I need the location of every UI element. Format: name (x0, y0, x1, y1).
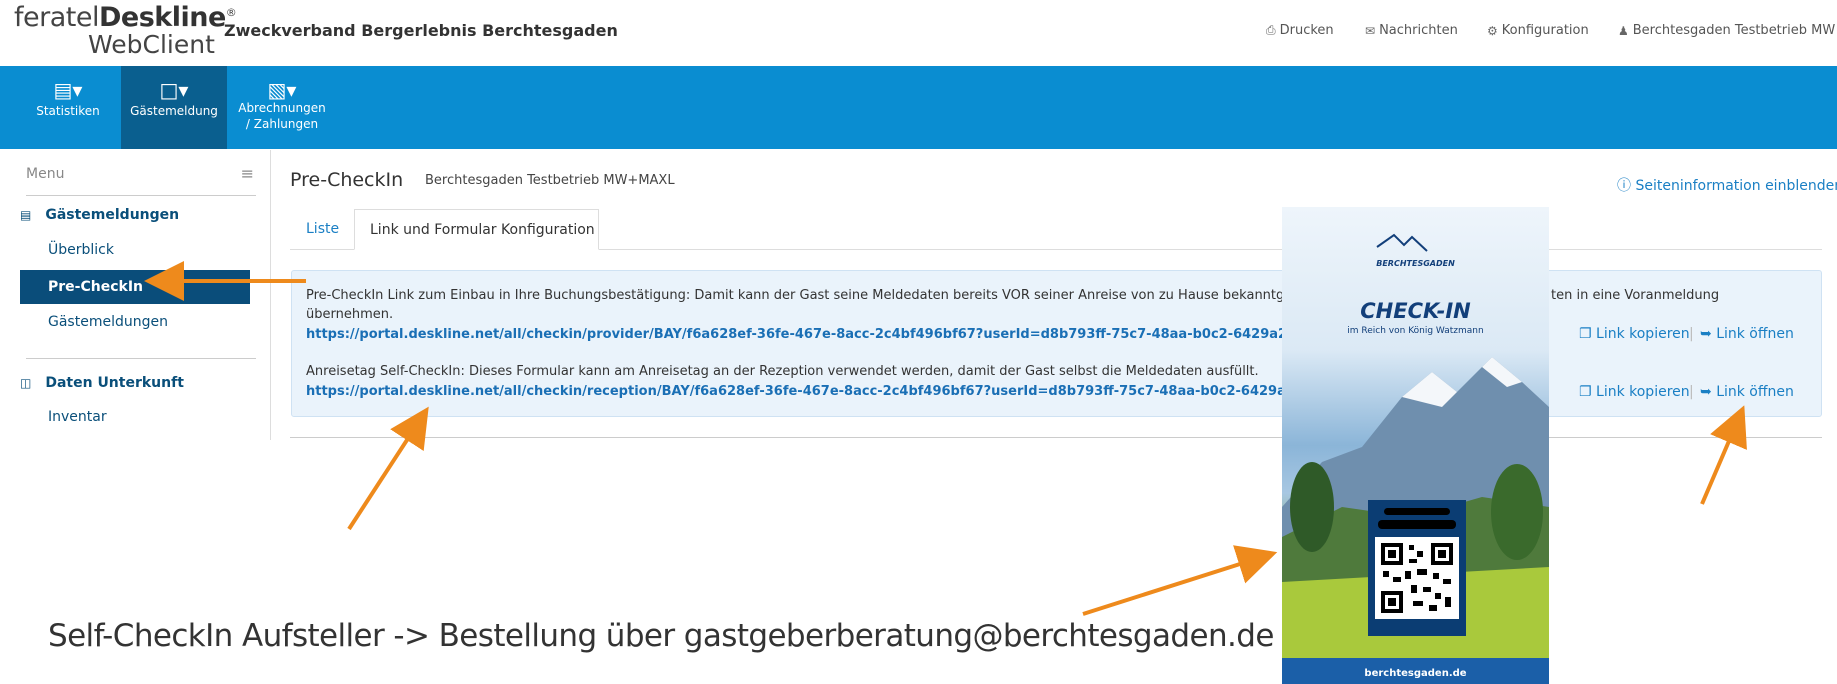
annotation-arrows (144, 261, 1747, 616)
arrow-to-open-link (1700, 405, 1747, 505)
arrow-to-link (347, 406, 429, 531)
arrow-to-flyer (1082, 545, 1278, 616)
order-note: Self-CheckIn Aufsteller -> Bestellung üb… (48, 618, 1274, 654)
